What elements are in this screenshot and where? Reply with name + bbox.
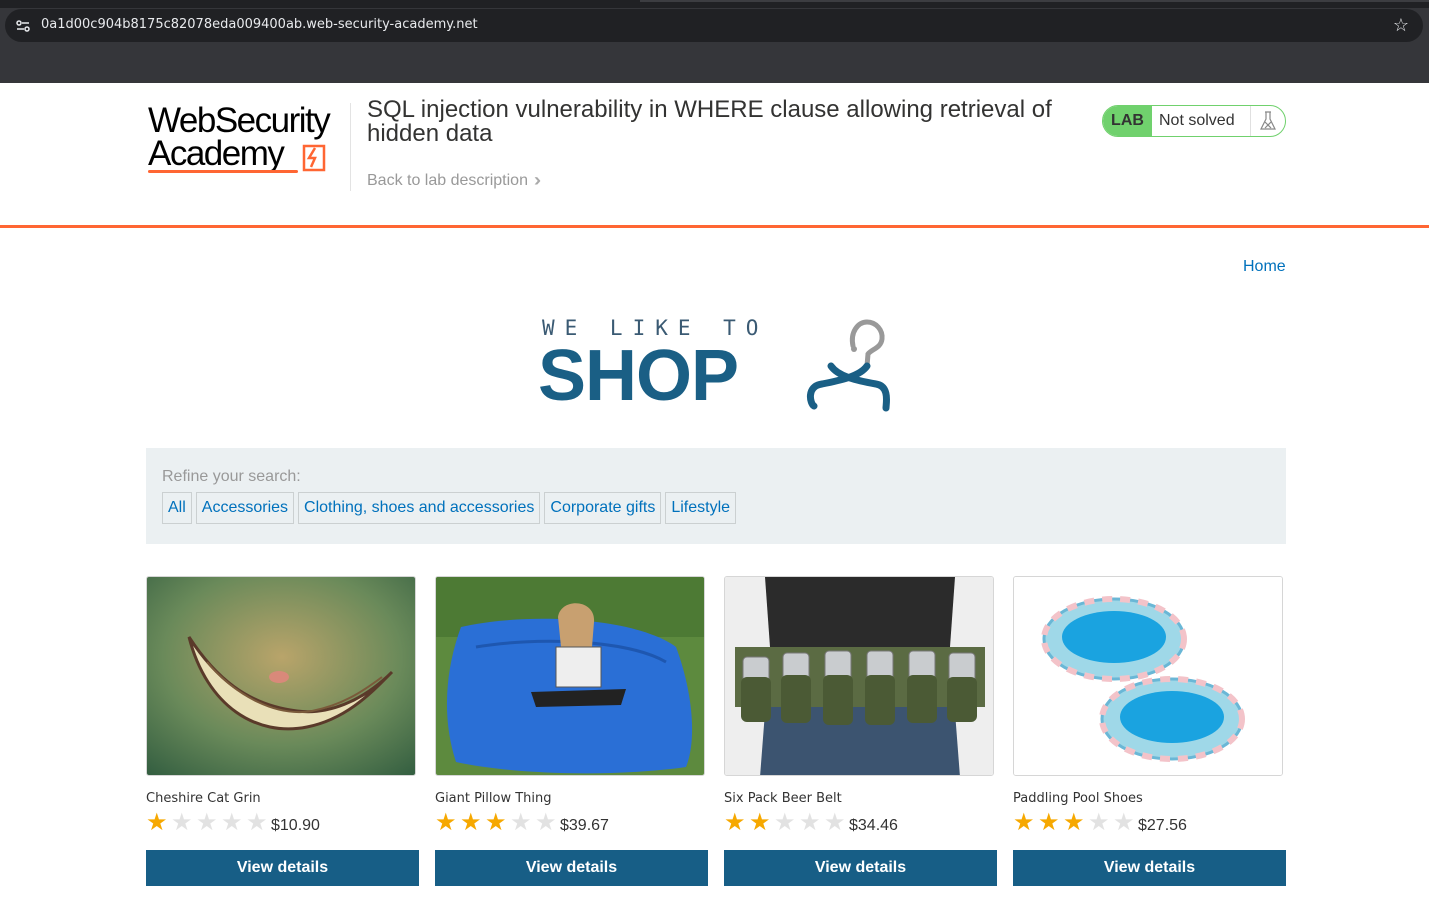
product-price: $39.67 [560,816,609,834]
star-filled-icon: ★ [435,809,457,836]
browser-toolbar: 0a1d00c904b8175c82078eda009400ab.web-sec… [0,0,1429,83]
address-bar[interactable]: 0a1d00c904b8175c82078eda009400ab.web-sec… [5,9,1423,42]
lab-status-widget: LAB Not solved [1102,105,1286,137]
we-like-to-shop-logo: WE LIKE TO SHOP [538,316,898,416]
filter-lifestyle[interactable]: Lifestyle [665,492,737,524]
giant-pillow-image [435,576,705,776]
star-empty-icon: ★ [799,809,821,836]
home-link[interactable]: Home [1243,258,1286,276]
product-grid: Cheshire Cat Grin ★ ★ ★ ★ ★ $10.90 View … [146,576,1286,886]
product-name: Giant Pillow Thing [435,791,552,806]
beer-belt-image [724,576,994,776]
site-info-icon[interactable] [15,18,31,34]
shop-word: SHOP [538,336,739,416]
star-empty-icon: ★ [221,809,243,836]
star-filled-icon: ★ [460,809,482,836]
lab-status-text: Not solved [1152,106,1251,136]
bookmark-star-icon[interactable]: ☆ [1391,15,1411,35]
filter-clothing-shoes-accessories[interactable]: Clothing, shoes and accessories [298,492,541,524]
star-filled-icon: ★ [1013,809,1035,836]
product-card: Six Pack Beer Belt ★ ★ ★ ★ ★ $34.46 View… [724,576,997,886]
product-price: $34.46 [849,816,898,834]
lab-badge: LAB [1103,106,1152,136]
view-details-button[interactable]: View details [1013,850,1286,886]
star-empty-icon: ★ [535,809,557,836]
view-details-button[interactable]: View details [146,850,419,886]
product-name: Six Pack Beer Belt [724,791,842,806]
star-empty-icon: ★ [171,809,193,836]
refine-search-label: Refine your search: [162,468,301,485]
star-filled-icon: ★ [146,809,168,836]
product-name: Paddling Pool Shoes [1013,791,1143,806]
product-price: $10.90 [271,816,320,834]
header-divider [350,103,351,191]
star-empty-icon: ★ [510,809,532,836]
star-empty-icon: ★ [824,809,846,836]
star-filled-icon: ★ [485,809,507,836]
url-text[interactable]: 0a1d00c904b8175c82078eda009400ab.web-sec… [41,17,478,32]
double-chevron-right-icon: ›› [533,170,541,190]
web-security-academy-logo[interactable]: WebSecurity Academy [146,103,348,177]
lightning-bolt-icon [302,144,326,172]
view-details-button[interactable]: View details [435,850,708,886]
category-filter-list: All Accessories Clothing, shoes and acce… [162,492,737,524]
star-empty-icon: ★ [1113,809,1135,836]
product-rating: ★ ★ ★ ★ ★ $34.46 [724,810,898,836]
view-details-button[interactable]: View details [724,850,997,886]
star-empty-icon: ★ [774,809,796,836]
product-card: Giant Pillow Thing ★ ★ ★ ★ ★ $39.67 View… [435,576,708,886]
logo-line2: Academy [148,134,285,173]
star-filled-icon: ★ [1038,809,1060,836]
product-rating: ★ ★ ★ ★ ★ $39.67 [435,810,609,836]
cheshire-cat-grin-image [146,576,416,776]
star-empty-icon: ★ [196,809,218,836]
refine-search-panel: Refine your search: All Accessories Clot… [146,448,1286,544]
tab-strip [0,0,1429,8]
product-rating: ★ ★ ★ ★ ★ $10.90 [146,810,320,836]
product-rating: ★ ★ ★ ★ ★ $27.56 [1013,810,1187,836]
lab-title: SQL injection vulnerability in WHERE cla… [367,96,1052,147]
filter-all[interactable]: All [162,492,192,524]
hanger-icon [807,319,891,412]
logo-underline [148,170,298,173]
academy-header: WebSecurity Academy SQL injection vulner… [0,83,1429,228]
star-filled-icon: ★ [749,809,771,836]
filter-corporate-gifts[interactable]: Corporate gifts [544,492,662,524]
star-filled-icon: ★ [1063,809,1085,836]
product-price: $27.56 [1138,816,1187,834]
product-card: Paddling Pool Shoes ★ ★ ★ ★ ★ $27.56 Vie… [1013,576,1286,886]
paddling-pool-image [1013,576,1283,776]
star-empty-icon: ★ [246,809,268,836]
star-empty-icon: ★ [1088,809,1110,836]
back-to-lab-description-link[interactable]: Back to lab description ›› [367,170,541,191]
star-filled-icon: ★ [724,809,746,836]
product-name: Cheshire Cat Grin [146,791,261,806]
filter-accessories[interactable]: Accessories [195,492,295,524]
product-card: Cheshire Cat Grin ★ ★ ★ ★ ★ $10.90 View … [146,576,419,886]
flask-icon [1251,106,1285,136]
back-link-label: Back to lab description [367,171,528,189]
